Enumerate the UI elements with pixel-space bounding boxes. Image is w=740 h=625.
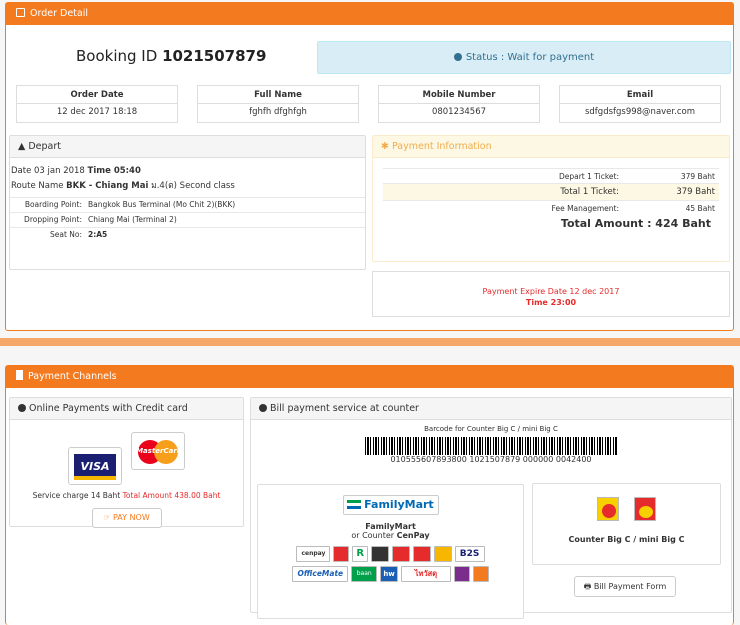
b2s-logo: B2S [454,546,485,562]
barcode-label: Barcode for Counter Big C / mini Big C [424,425,558,433]
familymart-box: FamilyMart FamilyMart or Counter CenPay … [257,484,524,619]
depart-ticket-row: Depart 1 Ticket: 379 Baht [383,168,719,183]
familymart-logo: FamilyMart [342,495,439,515]
booking-id: Booking ID 1021507879 [76,47,267,65]
familymart-name: FamilyMart [365,522,416,531]
calendar-check-icon [16,8,25,17]
robinson-logo: R [352,546,369,562]
depart-header: ▲ Depart [10,136,365,158]
full-name-label: Full Name [198,86,358,104]
asterisk-icon: ✱ [381,141,389,152]
payment-channels-panel: Payment Channels Online Payments with Cr… [5,365,734,625]
payment-info-header: ✱ Payment Information [373,136,729,158]
cenpay-logo: cenpay [296,546,331,562]
expire-time: Time 23:00 [525,298,577,307]
order-detail-header: Order Detail [6,3,733,25]
mobile-number-value: 0801234567 [431,107,487,117]
order-date-label: Order Date [17,86,177,104]
mobile-number-box: Mobile Number 0801234567 [378,85,540,123]
bill-payment-form-button[interactable]: 🖶 Bill Payment Form [574,576,676,597]
mobile-number-label: Mobile Number [379,86,539,104]
order-detail-title: Order Detail [30,8,89,19]
online-payment-title: Online Payments with Credit card [29,403,188,414]
baan-logo: baan [351,566,378,582]
online-payment-header: Online Payments with Credit card [10,398,243,420]
barcode-image [365,437,617,455]
order-date-box: Order Date 12 dec 2017 18:18 [16,85,178,123]
tops-logo-3 [412,546,431,562]
route-line: Route Name BKK - Chiang Mai ม.4(ต) Secon… [11,181,235,191]
payment-expire-box: Payment Expire Date 12 dec 2017 Time 23:… [372,271,730,317]
section-divider [0,338,740,346]
depart-time: Time 05:40 [87,166,141,176]
print-icon: 🖶 [583,582,592,591]
partner-logo-14 [472,566,489,582]
officemate-logo: OfficeMate [292,566,349,582]
counter-cenpay: or Counter CenPay [351,531,430,540]
total-ticket-row: Total 1 Ticket: 379 Baht [383,183,719,200]
email-value: sdfgdsfgs998@naver.com [584,107,695,117]
depart-title: Depart [28,141,61,152]
mini-bigc-logo [633,497,656,521]
full-name-value: fghfh dfghfgh [249,107,307,117]
road-icon: ▲ [18,141,26,152]
arrow-circle-icon [259,404,267,412]
bill-payment-box: Bill payment service at counter Barcode … [250,397,732,619]
email-label: Email [560,86,720,104]
online-total-amount: Total Amount 438.00 Baht [122,491,221,500]
bigc-small-logo [333,546,350,562]
payment-info-box: ✱ Payment Information Depart 1 Ticket: 3… [372,135,730,262]
tops-logo-1 [371,546,390,562]
dropping-point-row: Dropping Point: Chiang Mai (Terminal 2) [10,212,365,225]
partner-logo-13 [453,566,470,582]
partner-logos-row-1: cenpay R B2S [258,546,523,562]
order-date-value: 12 dec 2017 18:18 [56,107,138,117]
arrow-circle-icon [18,404,26,412]
hw-logo: hw [380,566,399,582]
thaiwatsadu-logo: ไทวัสดุ [400,566,451,582]
familymart-stripe-icon [347,500,362,509]
visa-logo: VISA [68,447,123,485]
pay-now-button[interactable]: ☞ PAY NOW [91,508,162,528]
bigc-logo [597,497,620,521]
total-amount: Total Amount : 424 Baht [560,217,711,230]
arrow-circle-icon [453,53,462,61]
boarding-point-row: Boarding Point: Bangkok Bus Terminal (Mo… [10,197,365,210]
barcode-number: 010555607893800 1021507879 000000 004240… [390,455,592,464]
tops-logo-2 [391,546,410,562]
bill-payment-title: Bill payment service at counter [270,403,419,414]
bookmark-icon [16,370,23,380]
depart-box: ▲ Depart Date 03 jan 2018 Time 05:40 Rou… [9,135,366,270]
full-name-box: Full Name fghfh dfghfgh [197,85,359,123]
hand-pointer-icon: ☞ [103,513,111,522]
fee-management-row: Fee Management: 45 Baht [383,200,719,215]
bigc-title: Counter Big C / mini Big C [568,535,685,544]
bill-payment-header: Bill payment service at counter [251,398,731,420]
service-charge-line: Service charge 14 Baht Total Amount 438.… [32,491,221,500]
tops-logo-4 [433,546,452,562]
mastercard-logo: MasterCard [130,432,185,470]
expire-date: Payment Expire Date 12 dec 2017 [482,287,620,296]
email-box: Email sdfgdsfgs998@naver.com [559,85,721,123]
payment-channels-header: Payment Channels [6,366,733,388]
payment-info-title: Payment Information [392,141,492,152]
partner-logos-row-2: OfficeMate baan hw ไทวัสดุ [258,566,523,582]
status-alert: Status : Wait for payment [317,41,731,74]
bigc-box: Counter Big C / mini Big C [532,483,721,565]
booking-id-value: 1021507879 [162,47,267,65]
status-text: Status : Wait for payment [465,52,595,63]
payment-channels-title: Payment Channels [28,371,117,382]
route-name: BKK - Chiang Mai [66,181,149,191]
online-payment-box: Online Payments with Credit card VISA Ma… [9,397,244,528]
seat-no-row: Seat No: 2:A5 [10,227,365,240]
order-detail-panel: Order Detail Booking ID 1021507879 Statu… [5,2,734,331]
depart-date-line: Date 03 jan 2018 Time 05:40 [11,166,141,176]
